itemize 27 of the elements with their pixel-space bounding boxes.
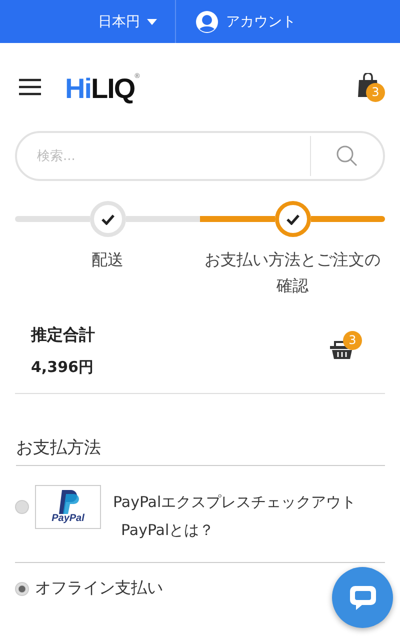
checkmark-icon <box>100 214 114 224</box>
step-label: お支払い方法とご注文の確認 <box>204 249 380 297</box>
search-input[interactable]: 検索... <box>17 148 310 164</box>
item-count-badge: 3 <box>343 331 362 350</box>
caret-icon <box>147 18 157 24</box>
user-icon <box>196 10 218 32</box>
logo[interactable]: HiLIQ$^{®}$ <box>65 73 140 105</box>
currency-dropdown[interactable]: 日本円 <box>98 0 157 43</box>
search-icon[interactable] <box>336 145 358 167</box>
payment-label: PayPalエクスプレスチェックアウト <box>113 493 356 511</box>
menu-icon[interactable] <box>18 78 42 96</box>
paypal-logo: PayPal <box>35 485 101 529</box>
chat-icon <box>348 584 376 612</box>
account-link[interactable]: アカウント <box>196 10 296 32</box>
chat-button[interactable] <box>332 567 393 628</box>
total-amount: 4,396円 <box>31 358 94 377</box>
summary-title: 推定合計 <box>31 325 96 346</box>
search-field[interactable]: 検索... <box>15 131 385 181</box>
checkmark-icon <box>286 214 300 224</box>
step-label: 配送 <box>92 249 124 271</box>
section-heading: お支払方法 <box>16 436 385 466</box>
payment-label: オフライン支払い <box>35 578 163 599</box>
paypal-icon <box>57 490 79 514</box>
radio-button[interactable] <box>15 582 29 596</box>
cart-count-badge: 3 <box>366 83 385 102</box>
radio-button[interactable] <box>15 500 29 514</box>
info-link[interactable]: PayPalとは？ <box>121 521 214 539</box>
